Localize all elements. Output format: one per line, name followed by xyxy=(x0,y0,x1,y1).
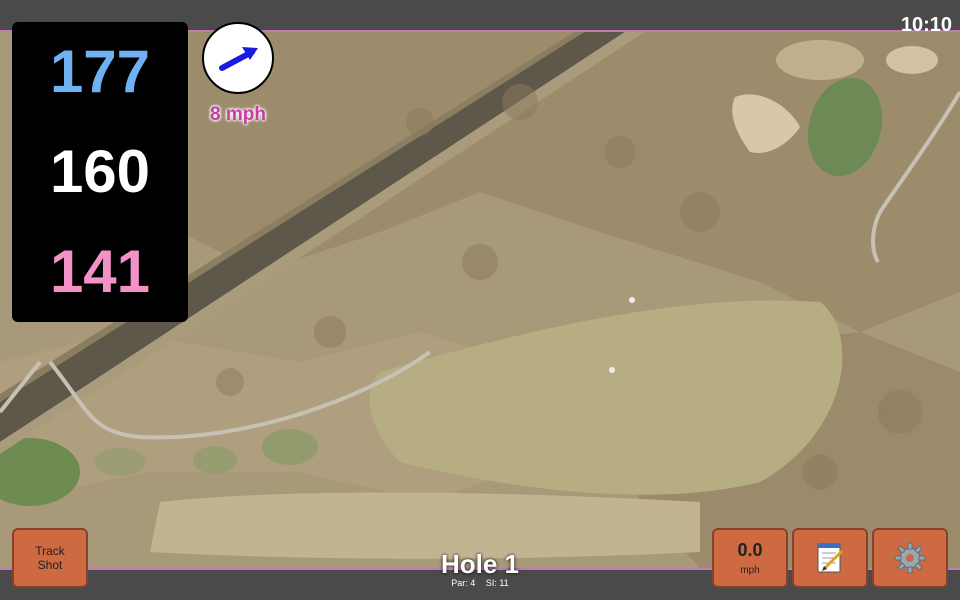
wind-indicator[interactable] xyxy=(202,22,274,94)
clock: 10:10 xyxy=(900,14,952,36)
back-yardage: 177 xyxy=(49,38,151,105)
hole-stroke-index: SI: 11 xyxy=(485,578,509,588)
wind-speed-label: 8 mph xyxy=(210,104,266,125)
track-shot-label: Track Shot xyxy=(35,544,65,572)
front-yardage: 141 xyxy=(49,238,151,305)
yardage-panel: 177 160 141 xyxy=(12,22,188,322)
hole-title: Hole 1 xyxy=(440,549,520,579)
settings-button[interactable] xyxy=(872,528,948,588)
speed-button[interactable]: 0.0 mph xyxy=(712,528,788,588)
hole-par: Par: 4 xyxy=(451,578,476,588)
notepad-icon xyxy=(817,543,844,573)
track-shot-button[interactable]: Track Shot xyxy=(12,528,88,588)
hole-info: Hole 1 Par: 4 SI: 11 xyxy=(380,550,580,588)
notes-button[interactable] xyxy=(792,528,868,588)
speed-unit: mph xyxy=(740,565,760,576)
gear-icon xyxy=(894,542,926,574)
speed-value: 0.0 xyxy=(737,540,763,560)
center-yardage: 160 xyxy=(49,138,151,205)
wind-direction-arrow-icon xyxy=(219,47,258,71)
